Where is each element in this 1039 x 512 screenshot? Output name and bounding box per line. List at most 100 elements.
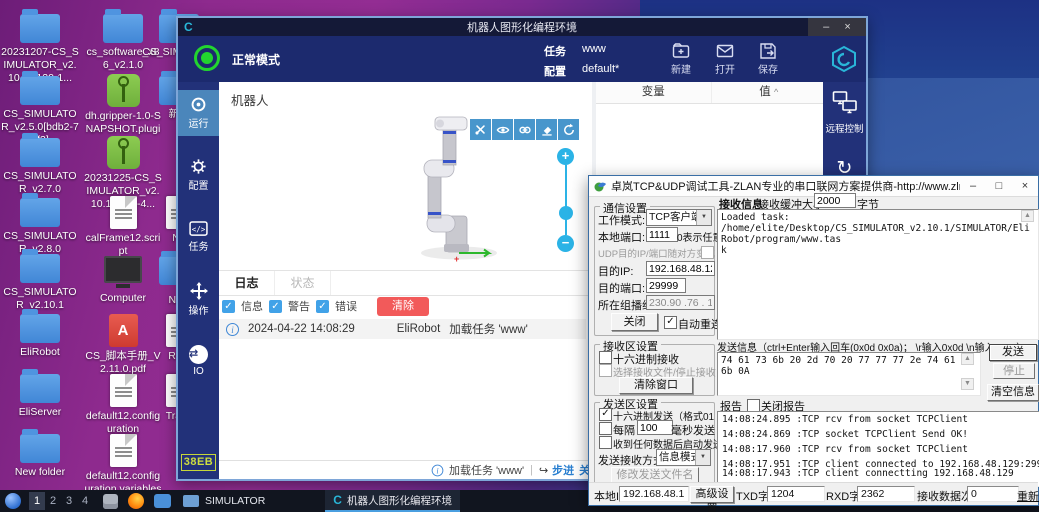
nav-item-config[interactable]: 配置 xyxy=(178,152,219,198)
dest-ip-input[interactable] xyxy=(646,261,715,276)
disconnect-button[interactable]: 关闭 xyxy=(611,313,658,331)
taskbar-app-label: 机器人图形化编程环境 xyxy=(347,493,452,508)
interval-send-checkbox[interactable] xyxy=(599,422,612,435)
send-button[interactable]: 发送 xyxy=(989,344,1037,361)
desktop-icon[interactable]: 20231207-CS_SIMULATOR_v2.10.0[1120-1... xyxy=(1,14,79,84)
error-checkbox[interactable]: ✓ xyxy=(316,300,329,313)
nav-item-run[interactable]: 运行 xyxy=(178,90,219,136)
new-task-label: 新建 xyxy=(671,65,691,76)
minimize-button[interactable]: – xyxy=(960,180,986,192)
workspace-2[interactable]: 2 xyxy=(45,495,61,507)
column-value[interactable]: 值 ^ xyxy=(712,82,828,103)
tcp-statusbar: 本地IP: 192.168.48.1 高级设置 TXD字节: 1204 RXD字… xyxy=(589,482,1038,505)
robot-window-titlebar: C 机器人图形化编程环境 – × xyxy=(178,18,866,36)
firefox-icon[interactable] xyxy=(128,493,144,509)
desktop-icon[interactable]: EliServer xyxy=(1,374,79,419)
minimize-button[interactable]: – xyxy=(823,21,829,33)
archive-manager-icon[interactable] xyxy=(103,494,118,509)
zoom-slider-handle[interactable] xyxy=(559,206,573,220)
auto-send-checkbox[interactable] xyxy=(599,436,612,449)
send-textarea[interactable]: 74 61 73 6b 20 2d 70 20 77 77 77 2e 74 6… xyxy=(717,352,981,396)
log-entry-row[interactable]: i 2024-04-22 14:08:29 EliRobot 加载任务 'www… xyxy=(219,319,586,339)
clear-info-button[interactable]: 清空信息 xyxy=(987,384,1039,401)
hex-recv-checkbox[interactable] xyxy=(599,351,612,364)
column-variable[interactable]: 变量 xyxy=(596,82,712,103)
info-checkbox[interactable]: ✓ xyxy=(222,300,235,313)
desktop-icon[interactable]: CS_SIMULATOR_v2.10.1 xyxy=(1,254,79,312)
report-line: 14:08:17.960 :TCP rcv from socket TCPCli… xyxy=(722,445,1036,454)
reset-view-button[interactable] xyxy=(558,119,579,140)
mode-label: 正常模式 xyxy=(232,51,280,68)
nav-item-io[interactable]: ⇄ IO xyxy=(178,338,219,384)
remote-control-item[interactable]: 远程控制 xyxy=(823,90,866,135)
zoom-slider-track[interactable] xyxy=(565,165,567,235)
tab-log[interactable]: 日志 xyxy=(219,271,275,295)
folder-window-label[interactable]: SIMULATOR xyxy=(205,495,265,507)
separator: | xyxy=(530,464,533,476)
desktop-icon[interactable]: CS_SIMULATOR_v2.8.0 xyxy=(1,198,79,256)
warn-checkbox[interactable]: ✓ xyxy=(269,300,282,313)
attach-button[interactable] xyxy=(514,119,535,140)
io-arrows-icon: ⇄ xyxy=(189,345,208,364)
taskbar-app-robot[interactable]: C 机器人图形化编程环境 xyxy=(325,490,460,512)
new-task-button[interactable]: 新建 xyxy=(664,42,698,76)
auto-reconnect-label: 自动重连 xyxy=(678,316,722,332)
clear-window-button[interactable]: 清除窗口 xyxy=(619,377,693,394)
desktop-icon[interactable]: CS_SIMULATOR_v2.7.0 xyxy=(1,138,79,196)
dest-ip-label: 目的IP: xyxy=(598,263,633,279)
receive-textarea[interactable]: Loaded task: /home/elite/Desktop/CS_SIMU… xyxy=(717,209,1039,340)
save-task-button[interactable]: 保存 xyxy=(751,42,785,76)
filter-warn-label: 警告 xyxy=(288,298,310,314)
nav-label: 任务 xyxy=(189,238,209,253)
variable-table-header: 变量 值 ^ xyxy=(596,82,827,104)
workspace-3[interactable]: 3 xyxy=(61,495,77,507)
close-button[interactable]: × xyxy=(1012,180,1038,192)
buffer-size-input[interactable] xyxy=(814,193,856,208)
interval-input[interactable] xyxy=(637,420,673,435)
folder-icon xyxy=(20,14,60,43)
scroll-down-icon[interactable]: ▼ xyxy=(961,378,974,390)
dest-port-input[interactable] xyxy=(646,278,686,293)
hex-send-checkbox[interactable]: ✓ xyxy=(599,408,612,421)
zoom-out-button[interactable]: − xyxy=(557,235,574,252)
workspace-1[interactable]: 1 xyxy=(29,492,45,510)
task-value[interactable]: www xyxy=(582,43,606,55)
open-task-button[interactable]: 打开 xyxy=(708,42,742,76)
advanced-settings-button[interactable]: 高级设置 xyxy=(690,486,734,503)
send-mode-select[interactable]: 信息模式 ▼ xyxy=(656,449,711,466)
clear-log-button[interactable]: 清除 xyxy=(377,297,429,316)
workspace-4[interactable]: 4 xyxy=(77,495,93,507)
close-button[interactable]: × xyxy=(844,21,850,33)
udp-follow-label: UDP目的IP/端口随对方变化 xyxy=(598,246,715,260)
zoom-in-button[interactable]: + xyxy=(557,148,574,165)
scroll-up-icon[interactable]: ▲ xyxy=(961,353,974,365)
tab-status[interactable]: 状态 xyxy=(275,271,331,295)
status-message: 加载任务 'www' xyxy=(449,462,524,478)
local-port-input[interactable] xyxy=(646,227,678,242)
folder-plus-icon xyxy=(672,42,690,60)
step-toggle[interactable]: 步进 xyxy=(552,462,574,478)
nav-item-task[interactable]: </> 任务 xyxy=(178,214,219,260)
scroll-up-icon[interactable]: ▲ xyxy=(1021,210,1034,222)
desktop-icon[interactable]: CS_SIMULATOR_v2.5.0[bdb2-79f3] xyxy=(1,76,79,146)
desktop-icon[interactable]: New folder xyxy=(1,434,79,479)
port-hint: 0表示任意 xyxy=(677,229,723,244)
folder-window-icon[interactable] xyxy=(183,495,199,507)
report-textarea[interactable]: 14:08:24.895 :TCP rcv from socket TCPCli… xyxy=(717,411,1039,487)
robot-arm-3d-view[interactable]: + xyxy=(397,116,512,266)
config-value[interactable]: default* xyxy=(582,63,619,75)
nav-item-operate[interactable]: 操作 xyxy=(178,276,219,322)
folder-icon xyxy=(20,314,60,343)
folder-icon xyxy=(20,254,60,283)
eraser-button[interactable] xyxy=(536,119,557,140)
filter-info-label: 信息 xyxy=(241,298,263,314)
log-source: EliRobot xyxy=(397,323,440,335)
desktop-icon[interactable]: EliRobot xyxy=(1,314,79,359)
work-mode-select[interactable]: TCP客户端 ▼ xyxy=(646,209,712,226)
maximize-button[interactable]: □ xyxy=(986,180,1012,192)
desktop-icon[interactable]: default12.configuration.variables xyxy=(84,434,162,496)
chat-icon[interactable] xyxy=(154,494,171,508)
auto-reconnect-checkbox[interactable]: ✓ xyxy=(664,316,677,329)
launcher-icon[interactable] xyxy=(5,493,21,509)
recount-link[interactable]: 重新计数 xyxy=(1017,488,1039,504)
